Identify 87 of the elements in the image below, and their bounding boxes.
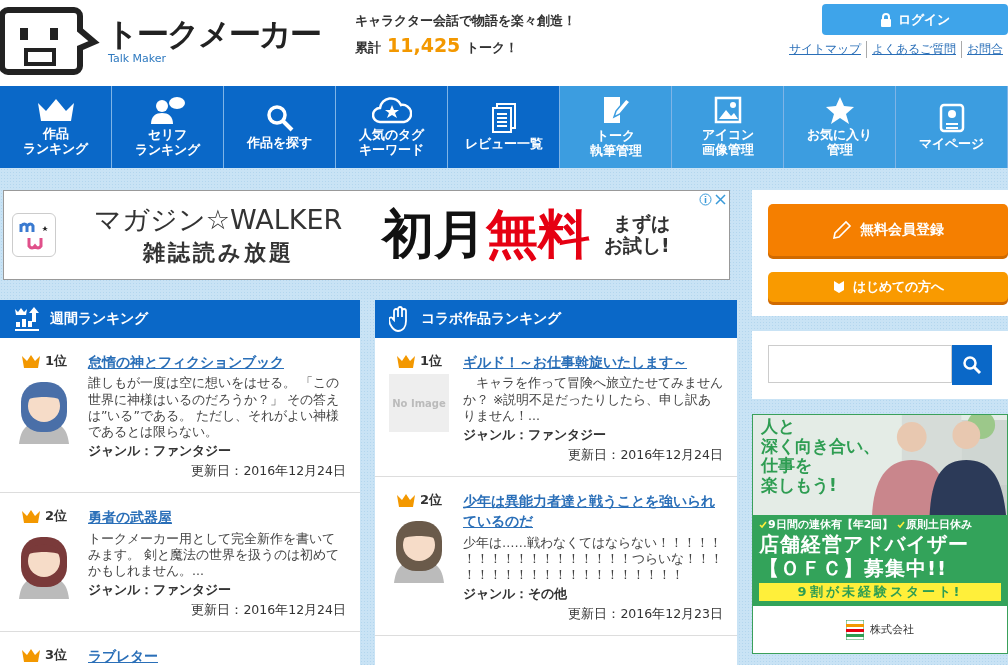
search-button[interactable] [952,345,992,385]
updated-date: 更新日：2016年12月24日 [568,447,723,465]
login-button[interactable]: ログイン [822,4,1008,35]
crown-icon [20,648,41,663]
updated-date: 更新日：2016年12月24日 [191,463,346,481]
tagline: キャラクター会話で物語を楽々創造！ [355,12,577,30]
crown-icon [395,493,416,508]
crown-icon [20,509,41,524]
check-icon [759,520,767,529]
ad-brand: マガジン☆WALKER [93,203,343,237]
rank-label: 3位 [44,646,67,665]
work-title-link[interactable]: 勇者の武器屋 [88,507,346,528]
work-title-link[interactable]: 怠惰の神とフィクションブック [88,352,346,373]
work-description: トークメーカー用として完全新作を書いてみます。 剣と魔法の世界を扱うのは初めてかもしれません。... [88,530,340,580]
star-icon [824,96,855,125]
crown-icon [35,97,76,124]
logo-mark-icon [846,619,864,640]
work-genre: ジャンル：ファンタジー [88,582,232,600]
nav-tab[interactable]: 人気のタグ キーワード [336,86,448,168]
crown-chart-icon [14,307,40,331]
rank-label: 1位 [419,352,442,370]
nav-tab[interactable]: お気に入り 管理 [784,86,896,168]
ad-text: お試し! [604,235,670,257]
ad-job-title: 店舗経営アドバイザー [759,533,970,556]
nav-tab[interactable]: 作品を探す [224,86,336,168]
work-title-link[interactable]: 少年は異能力者達と戦うことを強いられているのだ [463,491,723,532]
cloud-star-icon [371,96,412,125]
work-genre: ジャンル：ファンタジー [463,427,607,445]
site-title: トークメーカー [106,16,320,53]
ad-headline: 楽しもう! [761,475,837,496]
ad-tagline: 9割が未経験スタート! [759,583,1001,601]
check-icon [897,520,906,529]
site-subtitle: Talk Maker [108,52,168,66]
nav-tab[interactable]: レビュー一覧 [448,86,560,168]
ad-headline: 無料 [486,203,590,266]
header-link[interactable]: サイトマップ [784,41,866,58]
info-icon[interactable] [699,193,712,206]
work-genre: ジャンル：その他 [463,586,568,604]
documents-icon [490,102,517,133]
crown-icon [20,354,41,368]
nav-tab[interactable]: マイページ [896,86,1008,168]
work-description: 少年は……戦わなくてはならない！！！！！！！！！！！！！！！！！！つらいな！！！！！！！！！！！！！！！！！！！！ [463,534,723,584]
work-description: 誰しもが一度は空に想いをはせる。 「この世界に神様はいるのだろうか？」 その答えは”いる”である。 ただし、それがよい神様であるとは限らない。 [88,375,340,441]
total-unit: トーク！ [466,39,519,57]
nav-tab[interactable]: トーク 執筆管理 [560,86,672,168]
ad-headline: 仕事を [761,455,812,476]
nav-tab[interactable]: 作品 ランキング [0,86,112,168]
work-title-link[interactable]: ギルド！～お仕事斡旋いたします～ [463,352,723,373]
rank-label: 2位 [419,491,442,510]
header-link[interactable]: よくあるご質問 [866,41,961,58]
image-icon [713,96,742,125]
crown-icon [395,354,416,368]
pencil-icon [832,220,852,240]
close-icon[interactable] [714,193,727,206]
id-card-icon [938,102,965,133]
work-description: キャラを作って冒険へ旅立たせてみませんか？ ※説明不足だったりしたら、申し訳ありません！... [463,375,723,425]
ad-text: まずは [612,213,670,235]
total-count: 11,425 [387,34,461,56]
rank-label: 1位 [44,352,67,370]
job-ad-banner[interactable]: 人と 深く向き合い、 仕事を 楽しもう! 9日間の連休有【年2回】 原則土日休み 店舗経営アドバイザー 【ＯＦＣ】募集中!! 9割が未経験スタート! 株式会社 [752,414,1008,654]
total-label: 累計 [355,39,381,57]
ad-headline: 初月 [382,203,486,266]
document-pen-icon [601,95,630,126]
work-genre: ジャンル：ファンタジー [88,443,232,461]
lock-icon [880,12,892,27]
nav-tab[interactable]: アイコン 画像管理 [672,86,784,168]
ad-perk: 9日間の連休有【年2回】 [768,517,894,532]
search-icon [962,355,982,375]
updated-date: 更新日：2016年12月24日 [191,602,346,620]
nav-tab[interactable]: セリフ ランキング [112,86,224,168]
updated-date: 更新日：2016年12月23日 [568,606,723,624]
search-icon [265,103,294,132]
beginner-mark-icon [832,280,845,294]
ad-perk: 原則土日休み [906,517,973,532]
ad-subtitle: 雑誌読み放題 [142,239,294,267]
ad-headline: 人と [761,416,795,436]
panel-title: コラボ作品ランキング [421,310,561,328]
magazine-logo-icon [12,213,56,257]
rank-label: 2位 [44,507,67,526]
ad-company: 株式会社 [870,622,914,637]
ad-job-title: 【ＯＦＣ】募集中!! [759,557,949,580]
panel-title: 週間ランキング [50,310,148,328]
search-field[interactable] [768,345,952,383]
header-link[interactable]: お問合 [961,41,1008,58]
ad-headline: 深く向き合い、 [761,435,880,456]
people-speech-icon [149,96,186,125]
work-title-link[interactable]: ラブレター [88,646,346,665]
